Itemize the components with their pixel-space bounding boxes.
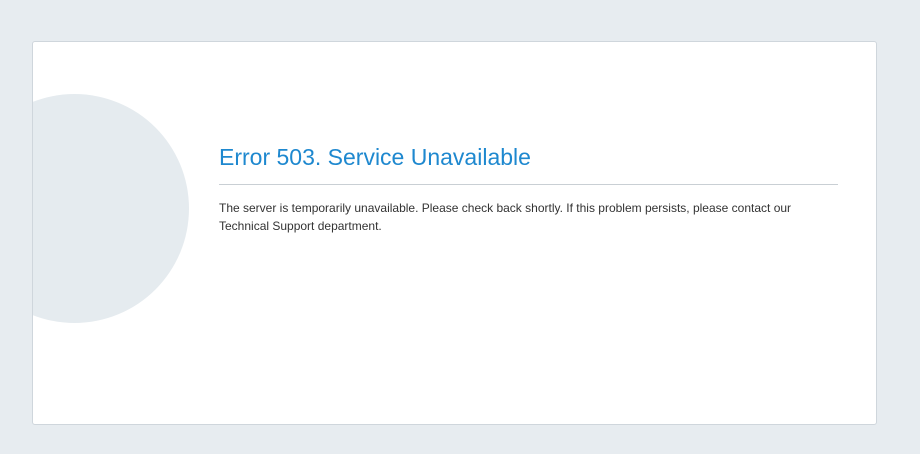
error-content: Error 503. Service Unavailable The serve…: [219, 142, 838, 235]
error-title: Error 503. Service Unavailable: [219, 144, 531, 170]
error-message: The server is temporarily unavailable. P…: [219, 201, 792, 233]
error-card: Error 503. Service Unavailable The serve…: [32, 41, 877, 425]
exclamation-icon: [33, 94, 189, 323]
divider: [219, 184, 838, 185]
